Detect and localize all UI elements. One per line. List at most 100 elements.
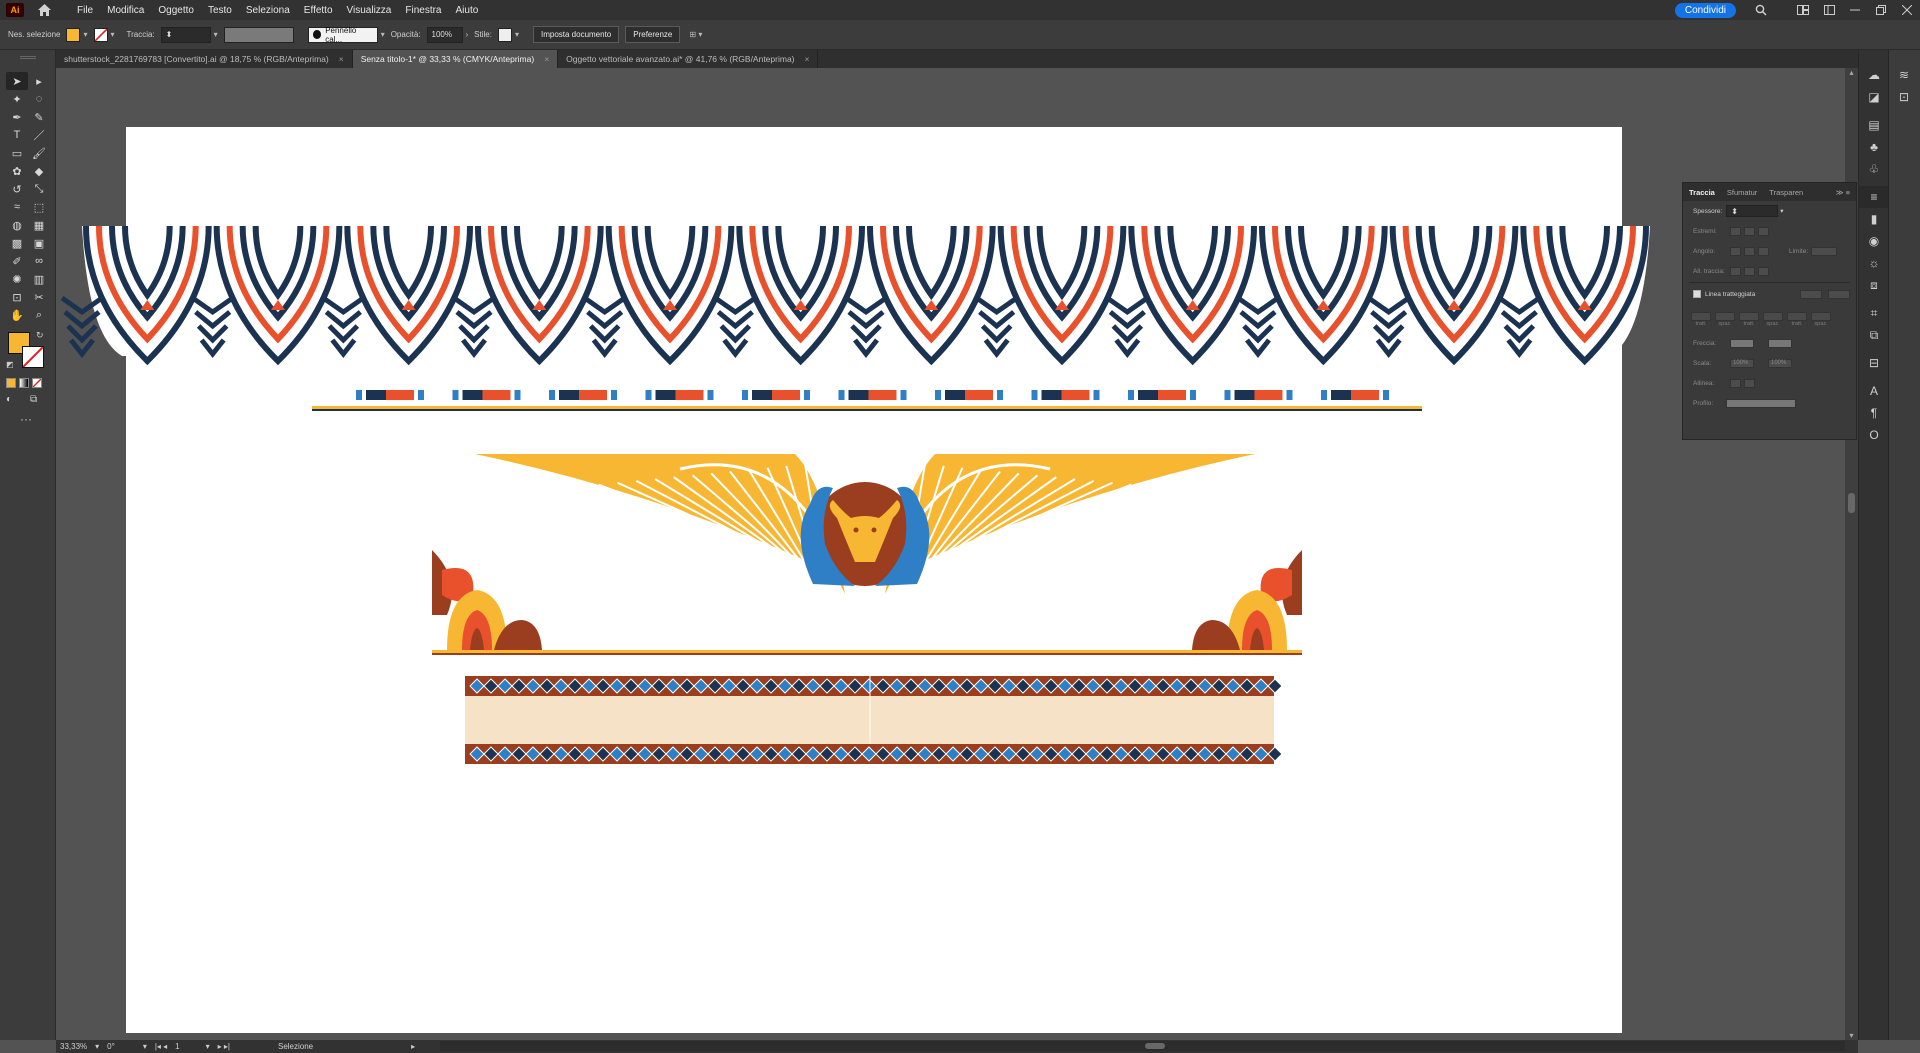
appearance-icon[interactable]: ☼: [1859, 252, 1889, 274]
warp-tool-icon[interactable]: ≈: [6, 198, 28, 216]
chevron-down-icon[interactable]: ▾: [1780, 207, 1783, 215]
chevron-down-icon[interactable]: ▾: [381, 30, 385, 39]
stroke-panel-icon[interactable]: ≡: [1859, 186, 1889, 208]
dash-gap-input[interactable]: [1811, 312, 1831, 321]
gradient-tool-icon[interactable]: ▣: [28, 234, 50, 252]
menu-finestra[interactable]: Finestra: [398, 5, 448, 16]
chevron-down-icon[interactable]: ▾: [95, 1042, 99, 1051]
stroke-option-button[interactable]: [1758, 246, 1769, 256]
menu-file[interactable]: File: [70, 5, 100, 16]
chevron-down-icon[interactable]: ▾: [214, 30, 218, 39]
mesh-tool-icon[interactable]: ▩: [6, 234, 28, 252]
layers-icon[interactable]: ≋: [1889, 64, 1919, 86]
workspace-icon[interactable]: [1816, 0, 1842, 20]
limit-field[interactable]: [1811, 246, 1838, 256]
chevron-right-icon[interactable]: ›: [466, 30, 469, 39]
symbols-icon[interactable]: ♧: [1859, 158, 1889, 180]
eyedropper-tool-icon[interactable]: ✐: [6, 252, 28, 270]
eraser-tool-icon[interactable]: ◆: [28, 162, 50, 180]
gradient-panel-icon[interactable]: ▮: [1859, 208, 1889, 230]
align-arrow-end-icon[interactable]: [1744, 378, 1755, 388]
symbol-sprayer-tool-icon[interactable]: ✺: [6, 270, 28, 288]
type-tool-icon[interactable]: T: [6, 126, 28, 144]
graphic-styles-icon[interactable]: ⧈: [1859, 274, 1889, 296]
curvature-tool-icon[interactable]: ✎: [28, 108, 50, 126]
pen-tool-icon[interactable]: ✒: [6, 108, 28, 126]
chevron-down-icon[interactable]: ▾: [111, 30, 115, 39]
menu-aiuto[interactable]: Aiuto: [449, 5, 486, 16]
chevron-down-icon[interactable]: ▾: [143, 1042, 147, 1051]
gradient-mode-icon[interactable]: [19, 378, 29, 388]
lasso-tool-icon[interactable]: ◌: [28, 90, 50, 108]
style-swatch[interactable]: [497, 27, 512, 42]
pathfinder-icon[interactable]: ⧉: [1859, 324, 1889, 346]
dash-gap-field[interactable]: tratt.: [1739, 312, 1759, 327]
zoom-level[interactable]: 33,33%: [60, 1042, 87, 1051]
fill-stroke-widget[interactable]: ↻ ◩: [6, 330, 48, 372]
arrow-end-select[interactable]: [1768, 338, 1792, 348]
rectangle-tool-icon[interactable]: ▭: [6, 144, 28, 162]
stroke-option-button[interactable]: [1730, 246, 1741, 256]
arrange-documents-icon[interactable]: [1790, 0, 1816, 20]
canvas[interactable]: [56, 68, 1846, 1040]
paintbrush-tool-icon[interactable]: 🖌: [28, 144, 50, 162]
align-icon[interactable]: ⊟: [1859, 352, 1889, 374]
panel-tab-2[interactable]: Sfumatur: [1721, 188, 1763, 197]
character-icon[interactable]: A: [1859, 380, 1889, 402]
draw-normal-icon[interactable]: ◐: [6, 394, 12, 405]
perspective-grid-tool-icon[interactable]: ▦: [28, 216, 50, 234]
menu-oggetto[interactable]: Oggetto: [151, 5, 201, 16]
zoom-tool-icon[interactable]: ⌕: [28, 306, 50, 324]
magic-wand-tool-icon[interactable]: ✦: [6, 90, 28, 108]
chevron-down-icon[interactable]: ▾: [206, 1042, 210, 1051]
restore-icon[interactable]: [1868, 0, 1894, 20]
artboard-nav-icon[interactable]: ▸ ▸|: [218, 1042, 230, 1051]
stroke-option-button[interactable]: [1730, 226, 1741, 236]
direct-selection-tool-icon[interactable]: ▸: [28, 72, 50, 90]
tab-close-icon[interactable]: ×: [544, 54, 549, 64]
variable-width-profile[interactable]: [223, 26, 294, 43]
stroke-option-button[interactable]: [1758, 266, 1769, 276]
dash-gap-field[interactable]: spaz.: [1811, 312, 1831, 327]
artboard-tool-icon[interactable]: ⊡: [6, 288, 28, 306]
dash-gap-input[interactable]: [1787, 312, 1807, 321]
swatches-icon[interactable]: ▤: [1859, 114, 1889, 136]
none-mode-icon[interactable]: [32, 378, 42, 388]
arrow-start-select[interactable]: [1730, 338, 1754, 348]
fill-swatch[interactable]: [66, 27, 81, 42]
dash-gap-field[interactable]: spaz.: [1715, 312, 1735, 327]
profile-select[interactable]: [1726, 398, 1796, 408]
egyptian-artwork[interactable]: [56, 68, 1846, 1040]
panel-tab-1[interactable]: Traccia: [1683, 188, 1721, 197]
dashed-line-checkbox[interactable]: [1693, 290, 1701, 298]
horizontal-scroll-thumb[interactable]: [1145, 1043, 1165, 1049]
share-button[interactable]: Condividi: [1674, 2, 1736, 18]
selection-tool-icon[interactable]: ➤: [6, 72, 28, 90]
document-setup-button[interactable]: Imposta documento: [532, 26, 620, 43]
menu-modifica[interactable]: Modifica: [100, 5, 151, 16]
stroke-color-box[interactable]: [22, 346, 44, 368]
stroke-option-button[interactable]: [1744, 266, 1755, 276]
search-icon[interactable]: [1748, 0, 1774, 20]
swap-colors-icon[interactable]: ↻: [36, 330, 44, 341]
column-graph-tool-icon[interactable]: ▥: [28, 270, 50, 288]
blend-tool-icon[interactable]: ∞: [28, 252, 50, 270]
stroke-option-button[interactable]: [1758, 226, 1769, 236]
minimize-icon[interactable]: [1842, 0, 1868, 20]
vertical-scroll-thumb[interactable]: [1848, 493, 1855, 513]
paragraph-icon[interactable]: ¶: [1859, 402, 1889, 424]
properties-icon[interactable]: ◪: [1859, 86, 1889, 108]
opentype-icon[interactable]: O: [1859, 424, 1889, 446]
scale-end-field[interactable]: 100%: [1768, 358, 1792, 368]
dash-gap-field[interactable]: tratt.: [1691, 312, 1711, 327]
line-tool-icon[interactable]: ／: [28, 126, 50, 144]
panel-menu-icon[interactable]: ≫ ≡: [1830, 188, 1856, 197]
artboard-nav-icon[interactable]: |◂ ◂: [155, 1042, 167, 1051]
dash-preserve-icon[interactable]: [1828, 289, 1850, 299]
align-arrow-tip-icon[interactable]: [1730, 378, 1741, 388]
stroke-option-button[interactable]: [1744, 246, 1755, 256]
dash-gap-input[interactable]: [1691, 312, 1711, 321]
shaper-tool-icon[interactable]: ✿: [6, 162, 28, 180]
brushes-icon[interactable]: ♣: [1859, 136, 1889, 158]
rotate-tool-icon[interactable]: ↺: [6, 180, 28, 198]
